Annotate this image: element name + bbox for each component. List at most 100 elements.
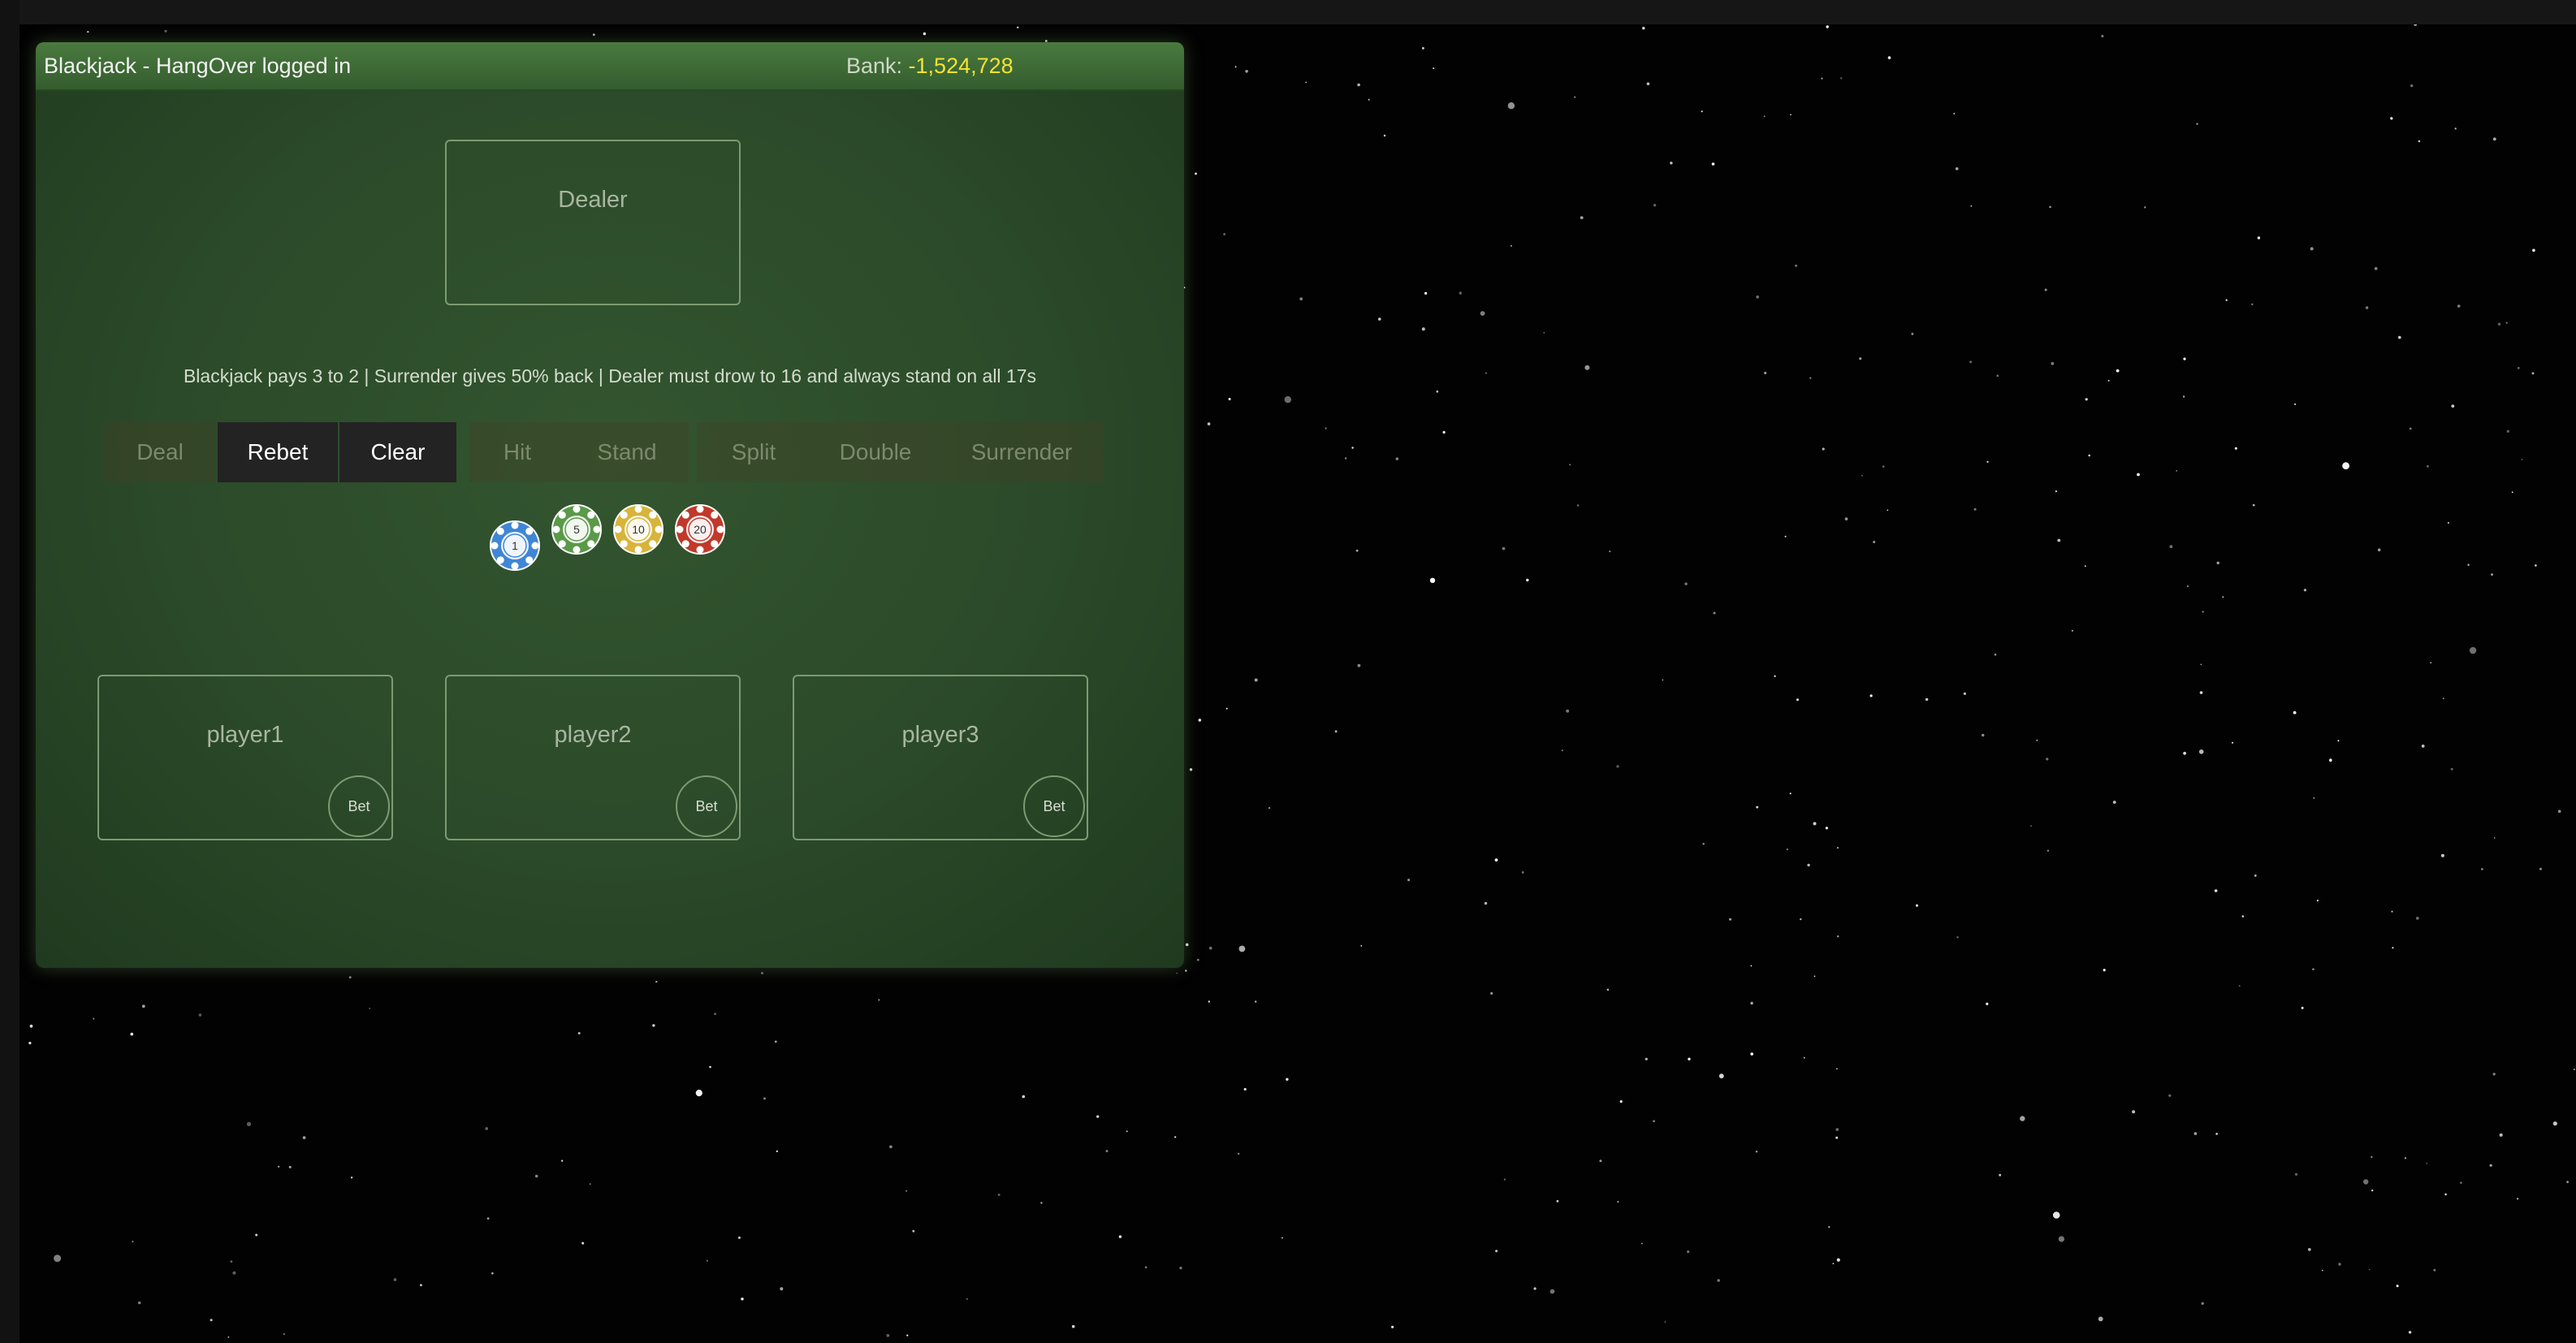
star (1526, 578, 1529, 582)
star (577, 1032, 581, 1034)
double-button[interactable]: Double (810, 422, 940, 482)
star (2183, 751, 2187, 755)
player3-bet-spot[interactable]: Bet (1023, 775, 1085, 837)
star (1254, 678, 1258, 682)
star (2430, 662, 2432, 663)
star (1616, 765, 1619, 768)
stand-button[interactable]: Stand (565, 422, 689, 482)
star (1813, 822, 1817, 826)
player2-label: player2 (554, 722, 632, 748)
star (393, 1278, 397, 1281)
star (1424, 291, 1428, 295)
star (2398, 335, 2401, 339)
rebet-button[interactable]: Rebet (218, 422, 338, 482)
star (1378, 317, 1381, 321)
star (1391, 1325, 1394, 1328)
player1-area: player1 Bet (97, 675, 393, 840)
star (1243, 1087, 1247, 1091)
star (2049, 205, 2051, 209)
star (886, 1333, 890, 1337)
star (198, 1013, 202, 1017)
star (1286, 1077, 1289, 1082)
star (1807, 863, 1810, 867)
star (2426, 1162, 2428, 1164)
star (2489, 1164, 2492, 1167)
star (2301, 1006, 2304, 1009)
clear-button[interactable]: Clear (339, 422, 456, 482)
star (1786, 848, 1789, 851)
star (2116, 369, 2120, 373)
star (2085, 398, 2088, 401)
star (997, 1194, 1001, 1196)
star (369, 1008, 371, 1009)
star (1355, 549, 1359, 552)
star (2566, 1181, 2570, 1184)
split-button[interactable]: Split (697, 422, 810, 482)
star (2427, 464, 2429, 468)
deal-button[interactable]: Deal (104, 422, 216, 482)
star (164, 29, 167, 32)
star (1549, 1289, 1555, 1294)
star (1606, 988, 1610, 991)
star (1835, 1136, 1839, 1139)
star (2337, 740, 2340, 742)
star (1305, 81, 1307, 84)
star (1195, 172, 1197, 175)
star (1664, 1321, 1666, 1323)
star (1925, 697, 1929, 702)
star (2539, 867, 2542, 870)
star (2499, 1133, 2503, 1137)
star (1953, 112, 1956, 114)
star (2391, 910, 2393, 913)
chip-5[interactable]: 5 (551, 503, 603, 555)
star (2313, 797, 2315, 799)
surrender-button[interactable]: Surrender (940, 422, 1103, 482)
star (1756, 295, 1760, 299)
desktop-background: Blackjack - HangOver logged in Bank: -1,… (0, 0, 2576, 1343)
star (1836, 1068, 1838, 1070)
chip-10[interactable]: 10 (612, 503, 664, 555)
star (2214, 889, 2218, 892)
star (1208, 946, 1212, 950)
star (1999, 1173, 2002, 1177)
star (2232, 741, 2233, 744)
star (2421, 745, 2425, 748)
star (2293, 403, 2297, 406)
star (1383, 134, 1386, 137)
star (1887, 56, 1891, 59)
star (1963, 692, 1966, 695)
star (905, 1190, 908, 1193)
chip-20[interactable]: 20 (674, 503, 726, 555)
star (652, 1024, 655, 1027)
star (2046, 758, 2049, 761)
chip-1[interactable]: 1 (489, 520, 541, 572)
hit-button[interactable]: Hit (469, 422, 565, 482)
star (2169, 545, 2173, 549)
star (246, 1121, 252, 1126)
star (1442, 430, 1446, 434)
star (2377, 548, 2381, 551)
star (1574, 96, 1575, 98)
star (2058, 1236, 2064, 1242)
star (1832, 1263, 1835, 1265)
star (2505, 322, 2508, 324)
star (1844, 517, 1848, 520)
star (1729, 918, 1731, 921)
player3-label: player3 (901, 722, 979, 748)
star (912, 1229, 915, 1233)
star (1750, 1001, 1753, 1005)
star (2199, 691, 2203, 694)
star (1882, 465, 1885, 468)
player1-bet-spot[interactable]: Bet (328, 775, 390, 837)
star (54, 1254, 62, 1263)
star (2101, 34, 2104, 38)
star (534, 1174, 538, 1178)
chip-value-label: 1 (512, 539, 518, 552)
star (1861, 474, 1863, 477)
star (1835, 1128, 1839, 1131)
star (2307, 1248, 2311, 1251)
star (1859, 357, 1862, 361)
star (2252, 503, 2255, 507)
star (2460, 1181, 2462, 1184)
player2-bet-spot[interactable]: Bet (676, 775, 737, 837)
